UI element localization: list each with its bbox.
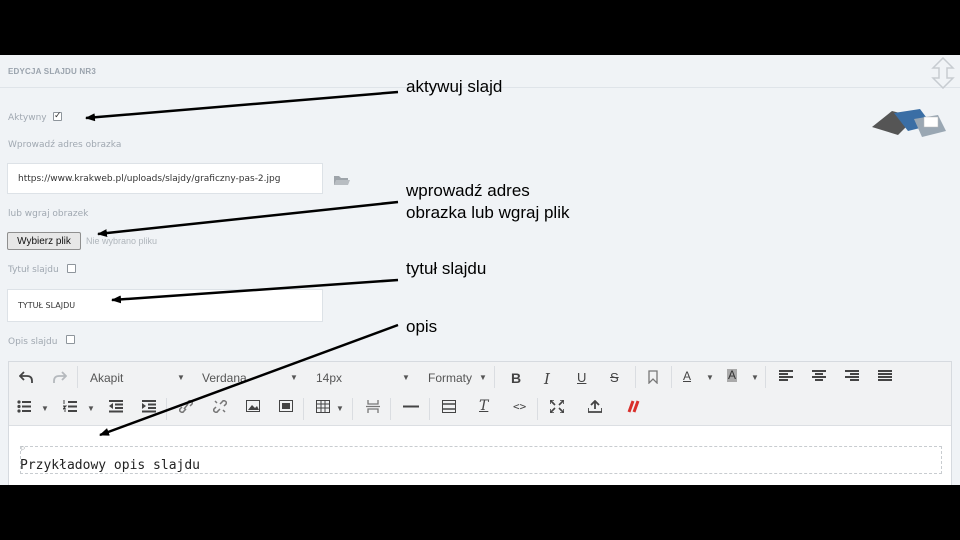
annotation-address-line1: wprowadź adres bbox=[406, 181, 530, 200]
arrow-address bbox=[97, 200, 399, 238]
arrow-desc bbox=[99, 323, 399, 437]
annotation-desc: opis bbox=[406, 317, 438, 336]
annotation-title: tytuł slajdu bbox=[406, 259, 487, 278]
annotation-address-line2: obrazka lub wgraj plik bbox=[406, 203, 570, 222]
annotation-activate: aktywuj slajd bbox=[406, 77, 503, 96]
arrow-title bbox=[111, 278, 399, 304]
arrow-activate bbox=[85, 90, 399, 122]
